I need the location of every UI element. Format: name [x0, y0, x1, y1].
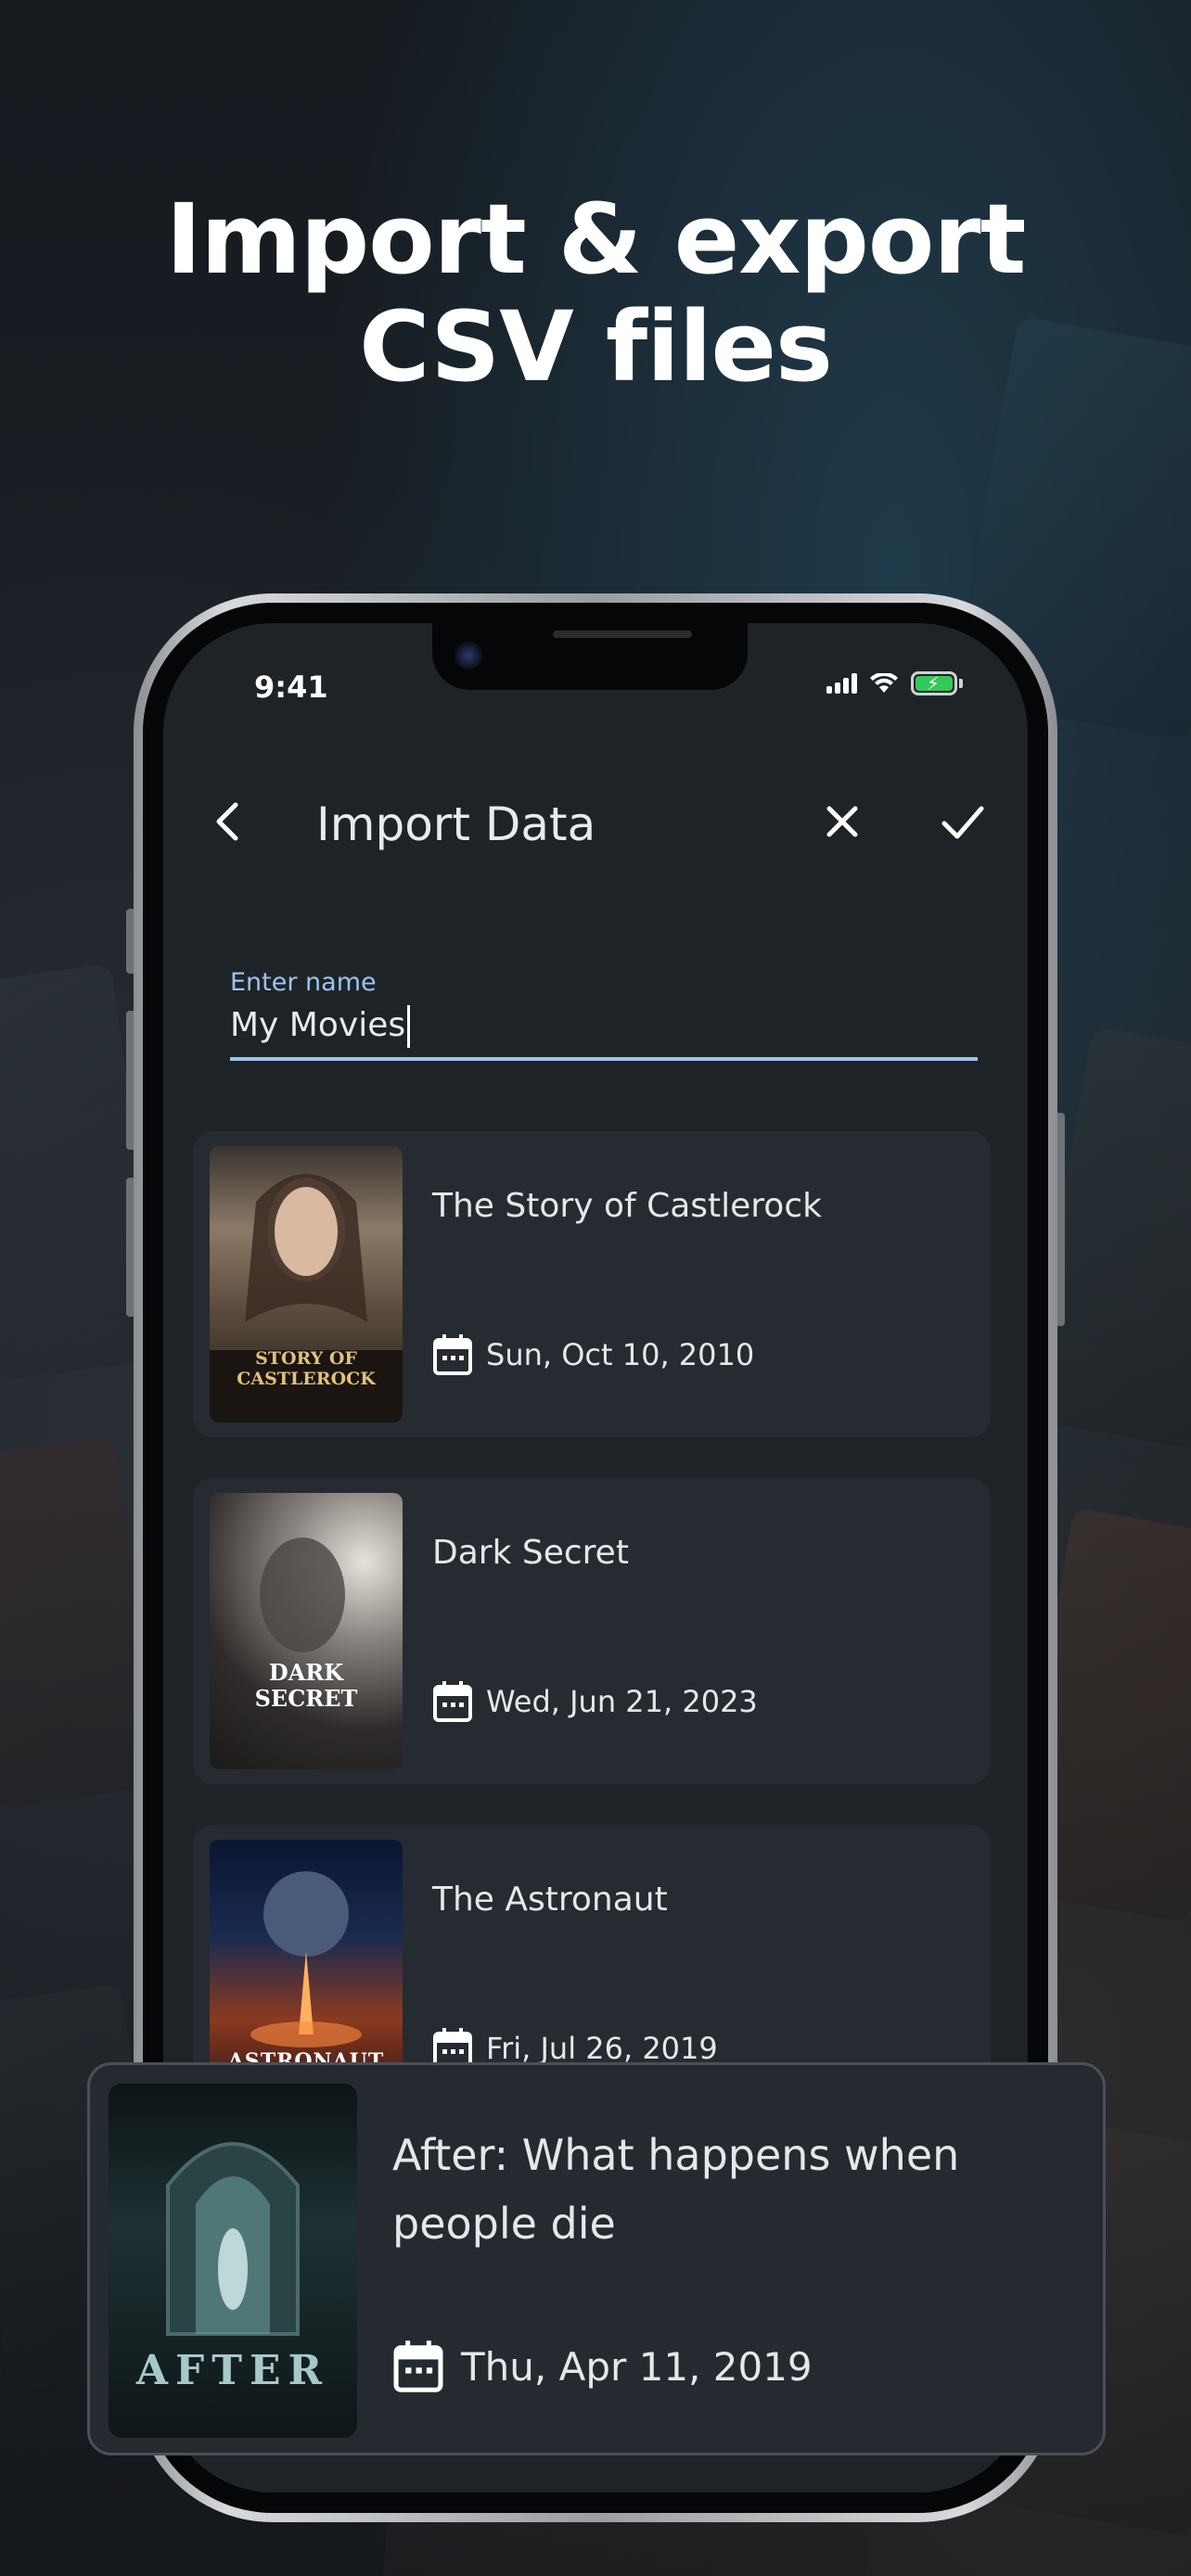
movie-poster: DARK SECRET [210, 1493, 403, 1769]
movie-date-text: Thu, Apr 11, 2019 [461, 2343, 813, 2390]
movie-card[interactable]: DARK SECRET Dark Secret Wed, Jun 21, 202… [193, 1478, 991, 1784]
headline: Import & export CSV files [0, 185, 1191, 401]
movie-date-text: Sun, Oct 10, 2010 [486, 1337, 755, 1372]
battery-icon: ⚡ [911, 671, 957, 695]
calendar-icon [393, 2340, 443, 2392]
movie-date-text: Fri, Jul 26, 2019 [486, 2031, 718, 2066]
calendar-icon [433, 1334, 472, 1375]
toolbar: Import Data [163, 772, 1028, 874]
status-time: 9:41 [254, 670, 328, 705]
movie-poster: AFTER [109, 2084, 357, 2438]
movie-date-text: Wed, Jun 21, 2023 [486, 1684, 758, 1719]
movie-title: The Astronaut [432, 1881, 668, 1919]
text-caret [407, 1005, 411, 1048]
movie-card[interactable]: STORY OF CASTLEROCK The Story of Castler… [193, 1131, 991, 1437]
dragged-movie-card[interactable]: AFTER After: What happens when people di… [87, 2062, 1106, 2455]
movie-poster: STORY OF CASTLEROCK [210, 1146, 403, 1422]
name-field[interactable]: Enter name My Movies [230, 968, 978, 1061]
chevron-left-icon[interactable] [200, 794, 256, 849]
speaker [553, 631, 692, 638]
name-input-value: My Movies [230, 1006, 406, 1044]
poster-title: DARK SECRET [254, 1659, 358, 1712]
movie-date: Wed, Jun 21, 2023 [432, 1680, 758, 1723]
checkmark-icon[interactable] [933, 794, 992, 849]
page-title: Import Data [316, 797, 596, 851]
movie-title: The Story of Castlerock [432, 1187, 822, 1225]
movie-title: Dark Secret [432, 1534, 629, 1572]
wifi-icon [870, 673, 898, 693]
headline-line-2: CSV files [359, 290, 833, 403]
signal-icon [826, 673, 857, 694]
name-input[interactable]: My Movies [230, 1005, 978, 1048]
calendar-icon [433, 1681, 472, 1722]
poster-art [260, 1537, 345, 1652]
name-field-label: Enter name [230, 968, 377, 997]
movie-date: Thu, Apr 11, 2019 [392, 2340, 813, 2393]
poster-title: AFTER [135, 2347, 330, 2394]
close-icon[interactable] [814, 794, 870, 849]
battery-cap [959, 679, 963, 688]
poster-title: STORY OF CASTLEROCK [237, 1348, 376, 1389]
status-icons: ⚡ [826, 671, 963, 695]
headline-line-1: Import & export [165, 183, 1027, 296]
camera-icon [455, 642, 482, 670]
movie-title: After: What happens when people die [392, 2130, 960, 2249]
movie-date: Sun, Oct 10, 2010 [432, 1333, 754, 1376]
